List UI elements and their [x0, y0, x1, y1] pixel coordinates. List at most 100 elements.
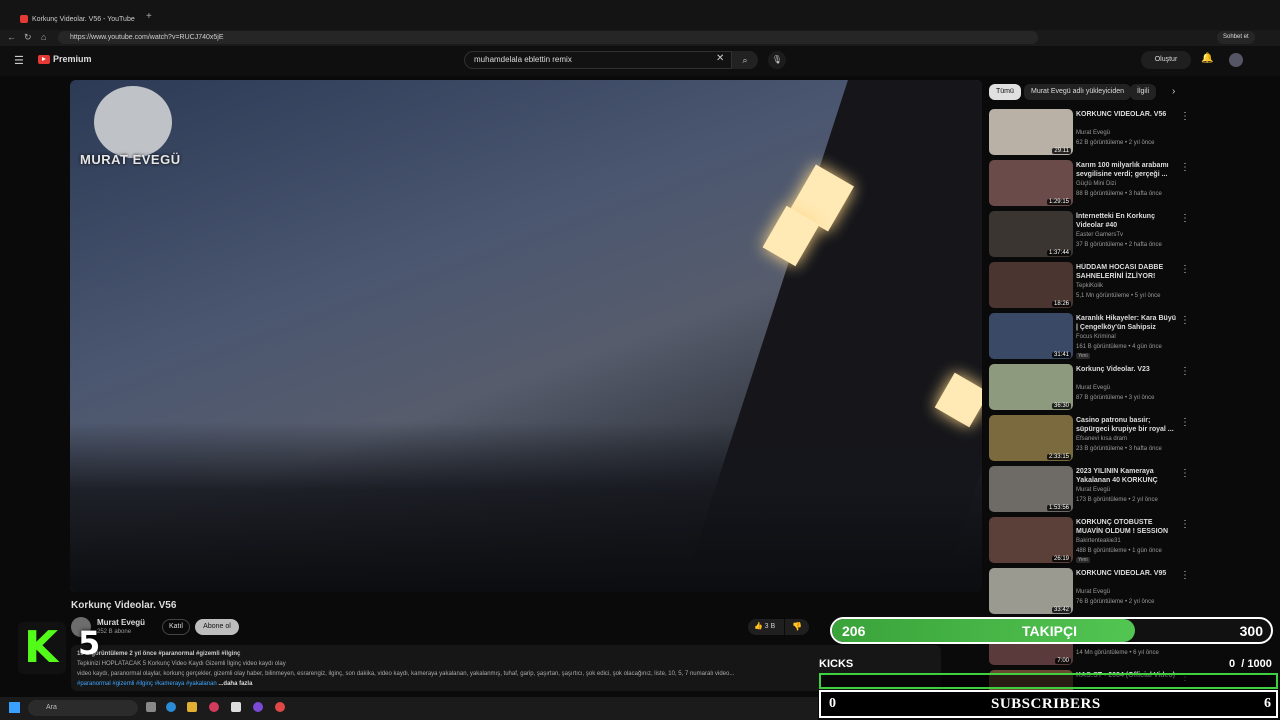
video-meta: 173 B görüntüleme • 2 yıl önce — [1076, 497, 1158, 503]
more-options-icon[interactable]: ⋮ — [1180, 162, 1190, 173]
video-meta: 62 B görüntüleme • 2 yıl önce — [1076, 140, 1155, 146]
video-title[interactable]: İnternetteki En Korkunç Videolar #40 — [1076, 212, 1176, 230]
new-tab-icon[interactable]: + — [146, 11, 152, 22]
browser-tab[interactable]: Korkunç Videolar. V56 - YouTube — [20, 10, 138, 28]
video-meta: 23 B görüntüleme • 3 hafta önce — [1076, 446, 1162, 452]
video-title[interactable]: KORKUNC VIDEOLAR. V95 — [1076, 569, 1176, 578]
recommended-video[interactable]: 26:19 KORKUNÇ OTOBÜSTE MUAVİN OLDUM ! SES… — [989, 517, 1249, 565]
tree-silhouette — [70, 422, 982, 592]
app-icon[interactable] — [253, 702, 263, 712]
recommended-video[interactable]: 36:30 Korkunç Videolar. V23 Murat Evegü 87 … — [989, 364, 1249, 412]
more-options-icon[interactable]: ⋮ — [1180, 111, 1190, 122]
channel-name[interactable]: Murat Evegü — [1076, 487, 1110, 493]
tab-title: Korkunç Videolar. V56 - YouTube — [32, 15, 135, 23]
video-player[interactable]: MURAT EVEGÜ — [70, 80, 982, 592]
follower-current: 206 — [842, 623, 866, 639]
kick-count: 5 — [78, 624, 101, 662]
video-meta: 37 B görüntüleme • 2 hafta önce — [1076, 242, 1162, 248]
channel-name[interactable]: Murat Evegü — [1076, 130, 1110, 136]
channel-name[interactable]: TepkiKolik — [1076, 283, 1103, 289]
recommended-video[interactable]: 31:41 Karanlık Hikayeler: Kara Büyü | Çen… — [989, 313, 1249, 361]
show-more-link[interactable]: ...daha fazla — [218, 681, 252, 687]
description-meta: 15 B görüntüleme 2 yıl önce #paranormal … — [77, 651, 241, 657]
subscribe-button[interactable]: Abone ol — [195, 619, 239, 635]
video-duration: 36:30 — [1051, 403, 1071, 409]
like-button[interactable]: 👍 3 B — [748, 619, 784, 635]
recommended-video[interactable]: 33:42 KORKUNC VIDEOLAR. V95 Murat Evegü 76 … — [989, 568, 1249, 616]
more-options-icon[interactable]: ⋮ — [1180, 417, 1190, 428]
refresh-icon[interactable]: ↻ — [24, 32, 32, 43]
description-tags[interactable]: #paranormal #gizemli #ilginç #kameraya #… — [77, 681, 217, 687]
task-view-icon[interactable] — [146, 702, 156, 712]
chat-button[interactable]: Sohbet et — [1217, 31, 1255, 44]
create-button[interactable]: Oluştur — [1141, 51, 1191, 69]
windows-start-icon[interactable] — [9, 702, 20, 713]
menu-icon[interactable]: ☰ — [14, 54, 24, 67]
home-icon[interactable]: ⌂ — [41, 32, 46, 42]
more-options-icon[interactable]: ⋮ — [1180, 366, 1190, 377]
video-title: Korkunç Videolar. V56 — [71, 600, 177, 611]
app-icon[interactable] — [275, 702, 285, 712]
url-field[interactable]: https://www.youtube.com/watch?v=RUCJ740x… — [58, 31, 1038, 44]
search-button[interactable]: ⌕ — [732, 51, 758, 69]
browser-tab-bar — [0, 0, 1280, 34]
dislike-button[interactable]: 👎 — [785, 619, 809, 635]
channel-name[interactable]: Murat Evegü — [97, 618, 145, 627]
back-icon[interactable]: ← — [7, 32, 16, 42]
youtube-favicon-icon — [20, 15, 28, 23]
avatar[interactable] — [1229, 53, 1243, 67]
more-options-icon[interactable]: ⋮ — [1180, 519, 1190, 530]
description-box[interactable]: 15 B görüntüleme 2 yıl önce #paranormal … — [71, 645, 941, 691]
youtube-logo[interactable]: Premium — [38, 54, 92, 64]
edge-browser-icon[interactable] — [166, 702, 176, 712]
video-title[interactable]: Karanlık Hikayeler: Kara Büyü | Çengelkö… — [1076, 314, 1176, 333]
video-title[interactable]: Karım 100 milyarlık arabamı sevgilisine … — [1076, 161, 1176, 179]
chip-all[interactable]: Tümü — [989, 84, 1021, 100]
video-duration: 29:11 — [1052, 148, 1071, 154]
more-options-icon[interactable]: ⋮ — [1180, 264, 1190, 275]
channel-name[interactable]: Murat Evegü — [1076, 385, 1110, 391]
video-title[interactable]: KORKUNC VIDEOLAR. V56 — [1076, 110, 1176, 119]
channel-name[interactable]: Murat Evegü — [1076, 589, 1110, 595]
video-title[interactable]: Casino patronu basıir; süpürgeci krupiye… — [1076, 416, 1176, 434]
chip-from-uploader[interactable]: Murat Evegü adlı yükleyiciden — [1024, 84, 1131, 100]
recommended-video[interactable]: 1:37:44 İnternetteki En Korkunç Videolar … — [989, 211, 1249, 259]
join-button[interactable]: Katıl — [162, 619, 190, 635]
voice-search-icon[interactable]: 🎙 — [768, 51, 786, 69]
channel-name[interactable]: Efsanevi kısa dram — [1076, 436, 1127, 442]
chip-related[interactable]: İlgili — [1130, 84, 1157, 100]
recommended-video[interactable]: 29:11 KORKUNC VIDEOLAR. V56 Murat Evegü 62 … — [989, 109, 1249, 157]
create-label: Oluştur — [1154, 56, 1178, 63]
file-explorer-icon[interactable] — [187, 702, 197, 712]
video-title[interactable]: 2023 YILININ Kameraya Yakalanan 40 KORKU… — [1076, 467, 1176, 486]
recommended-video[interactable]: 1:29:15 Karım 100 milyarlık arabamı sevgi… — [989, 160, 1249, 208]
video-title[interactable]: KORKUNÇ OTOBÜSTE MUAVİN OLDUM ! SESSION … — [1076, 518, 1176, 537]
video-duration: 1:37:44 — [1046, 250, 1071, 256]
youtube-play-icon — [38, 54, 50, 64]
new-badge: Yeni — [1076, 353, 1090, 359]
channel-name[interactable]: Bakirtenteakie31 — [1076, 538, 1121, 544]
video-title[interactable]: HÜDDAM HOCASI DABBE SAHNELERİNİ İZLİYOR! — [1076, 263, 1176, 281]
channel-name[interactable]: Easter GamersTv — [1076, 232, 1123, 238]
chevron-right-icon[interactable]: › — [1172, 86, 1175, 97]
more-options-icon[interactable]: ⋮ — [1180, 315, 1190, 326]
app-icon[interactable] — [209, 702, 219, 712]
recommended-video[interactable]: 2:33:15 Casino patronu basıir; süpürgeci … — [989, 415, 1249, 463]
channel-name[interactable]: Güçlü Mini Dizi — [1076, 181, 1116, 187]
more-options-icon[interactable]: ⋮ — [1180, 570, 1190, 581]
clear-search-icon[interactable]: ✕ — [716, 53, 724, 64]
more-options-icon[interactable]: ⋮ — [1180, 213, 1190, 224]
recommended-video[interactable]: 18:26 HÜDDAM HOCASI DABBE SAHNELERİNİ İZL… — [989, 262, 1249, 310]
video-duration: 7:00 — [1055, 658, 1071, 664]
notifications-icon[interactable]: 🔔 — [1201, 53, 1213, 64]
video-title[interactable]: Korkunç Videolar. V23 — [1076, 365, 1176, 374]
more-options-icon[interactable]: ⋮ — [1180, 468, 1190, 479]
app-icon[interactable] — [231, 702, 241, 712]
follower-goal-bar: 206 TAKIPÇI 300 — [830, 617, 1273, 644]
video-meta: 161 B görüntüleme • 4 gün önce — [1076, 344, 1162, 350]
search-input[interactable]: muhamdelala eblettin remix — [464, 51, 732, 69]
taskbar-search[interactable]: Ara — [28, 700, 138, 716]
video-duration: 31:41 — [1051, 352, 1071, 358]
recommended-video[interactable]: 1:53:56 2023 YILININ Kameraya Yakalanan 4… — [989, 466, 1249, 514]
channel-name[interactable]: Focus Kriminal — [1076, 334, 1116, 340]
